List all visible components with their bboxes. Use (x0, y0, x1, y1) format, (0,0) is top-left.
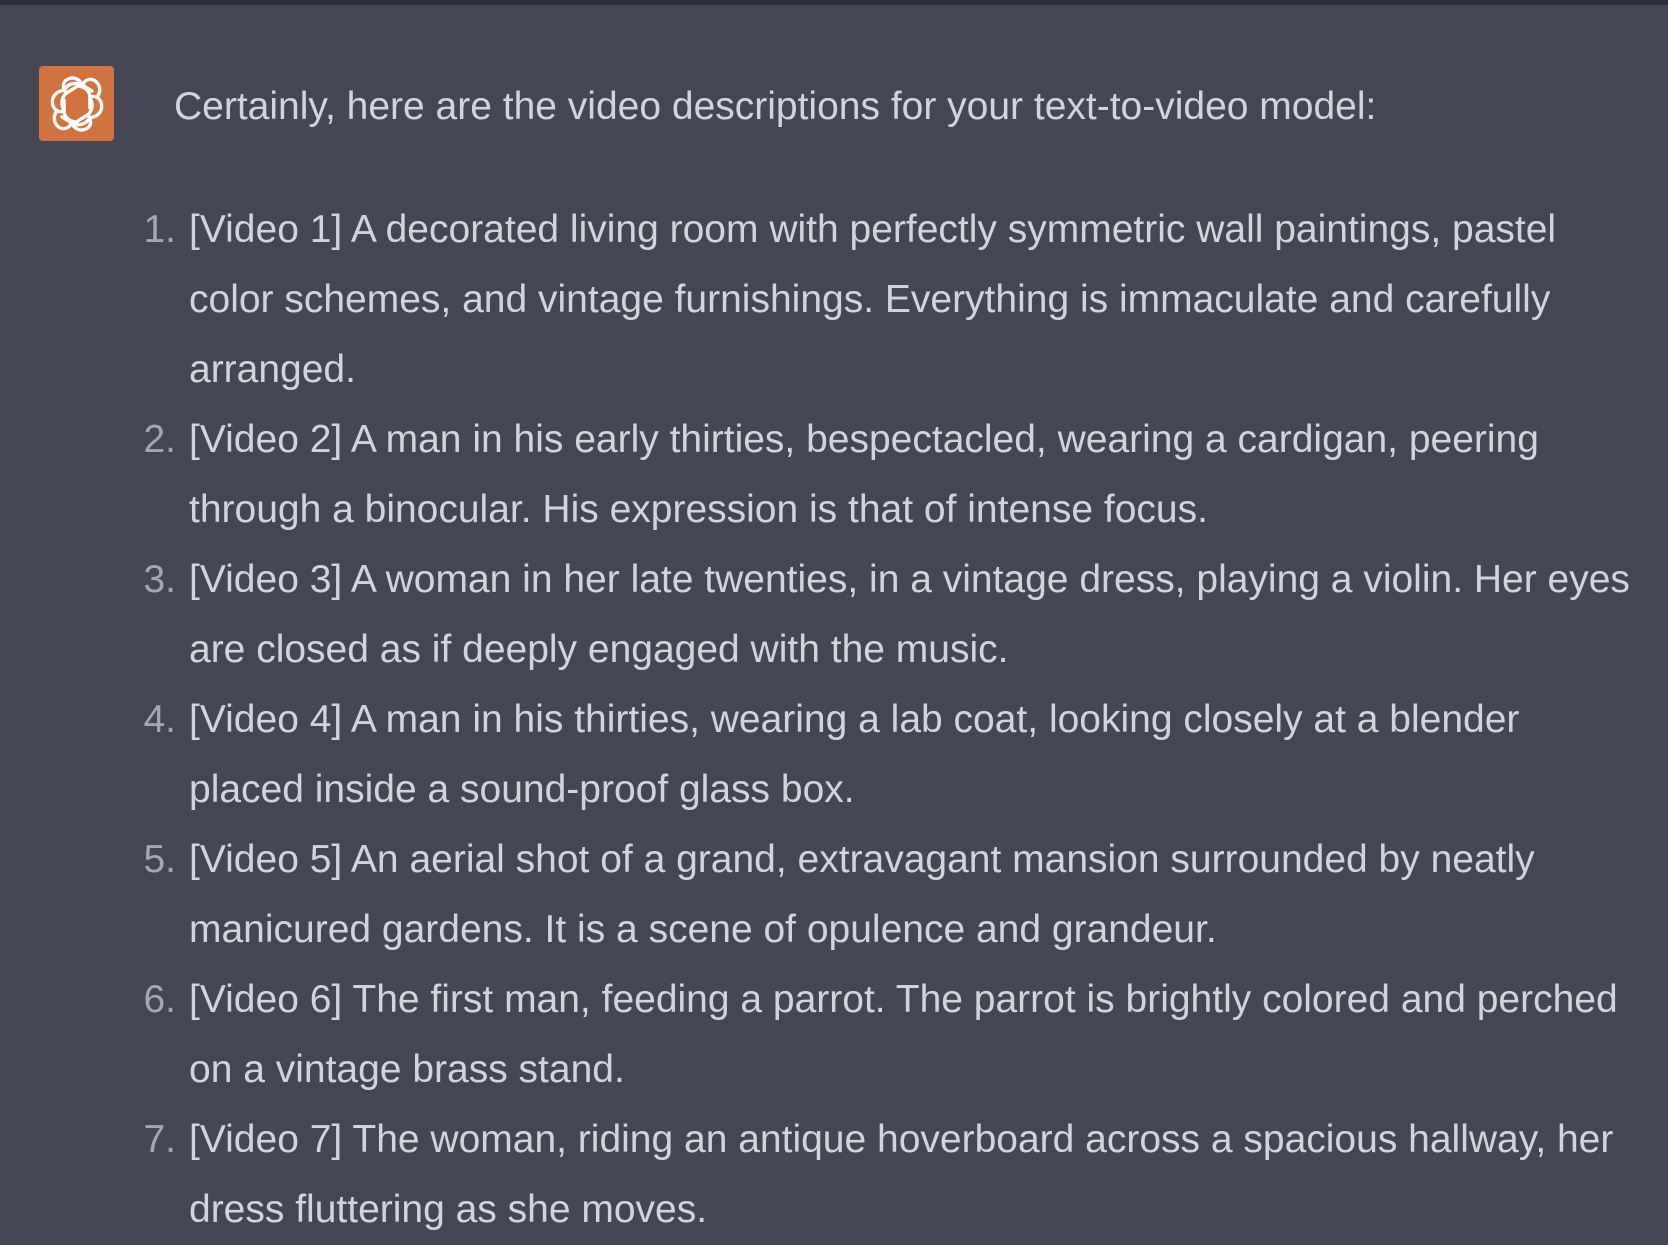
list-item-number: 1. (143, 208, 176, 251)
list-item: 7. [Video 7] The woman, riding an antiqu… (143, 1105, 1644, 1245)
list-item-text: [Video 7] The woman, riding an antique h… (189, 1118, 1614, 1231)
list-item-number: 2. (143, 418, 176, 461)
video-description-list: 1. [Video 1] A decorated living room wit… (143, 195, 1644, 1245)
list-item-text: [Video 2] A man in his early thirties, b… (189, 418, 1539, 531)
list-item: 4. [Video 4] A man in his thirties, wear… (143, 685, 1644, 825)
list-item: 1. [Video 1] A decorated living room wit… (143, 195, 1644, 405)
list-item-number: 4. (143, 698, 176, 741)
list-item-text: [Video 4] A man in his thirties, wearing… (189, 698, 1520, 811)
list-item-number: 6. (143, 978, 176, 1021)
list-item-number: 7. (143, 1118, 176, 1161)
list-item: 2. [Video 2] A man in his early thirties… (143, 405, 1644, 545)
assistant-message: Certainly, here are the video descriptio… (143, 75, 1644, 1231)
assistant-avatar (39, 66, 114, 141)
list-item-text: [Video 1] A decorated living room with p… (189, 208, 1557, 391)
list-item-text: [Video 5] An aerial shot of a grand, ext… (189, 838, 1535, 951)
list-item: 6. [Video 6] The first man, feeding a pa… (143, 965, 1644, 1105)
openai-logo-icon (50, 75, 103, 132)
list-item: 5. [Video 5] An aerial shot of a grand, … (143, 825, 1644, 965)
list-item-text: [Video 6] The first man, feeding a parro… (189, 978, 1618, 1091)
message-intro: Certainly, here are the video descriptio… (174, 85, 1377, 128)
list-item-number: 3. (143, 558, 176, 601)
list-item-number: 5. (143, 838, 176, 881)
assistant-message-row: Certainly, here are the video descriptio… (0, 5, 1668, 1240)
list-item: 3. [Video 3] A woman in her late twentie… (143, 545, 1644, 685)
list-item-text: [Video 3] A woman in her late twenties, … (189, 558, 1630, 671)
